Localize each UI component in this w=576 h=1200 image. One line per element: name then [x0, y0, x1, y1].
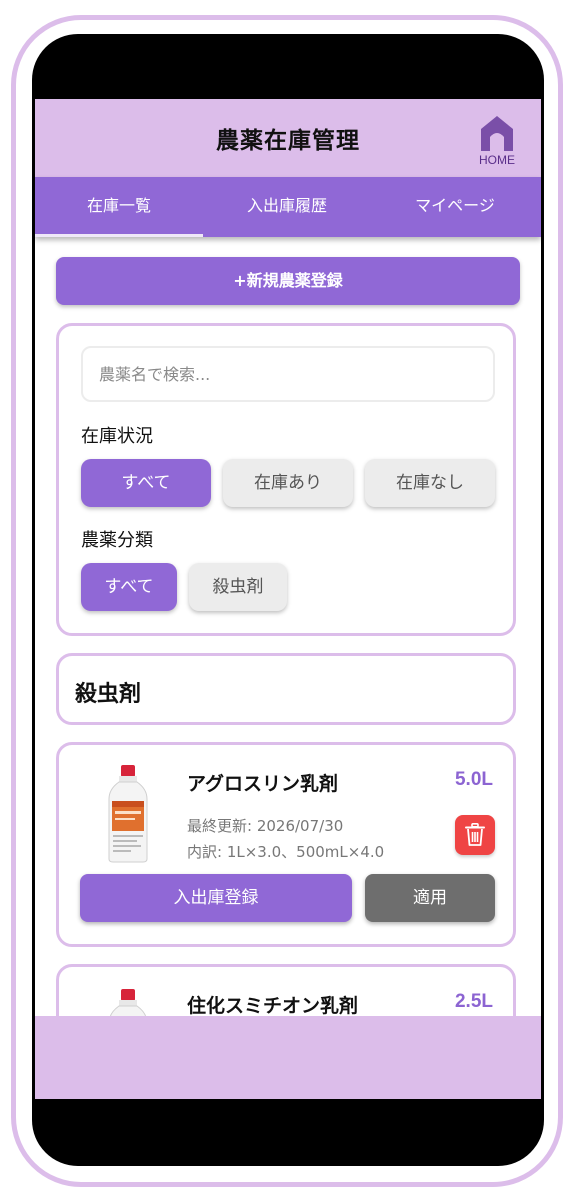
stock-io-button[interactable]: 入出庫登録	[80, 874, 352, 922]
product-updated: 最終更新: 2026/07/30	[187, 817, 344, 835]
bottom-bar	[35, 1016, 541, 1099]
home-label: HOME	[479, 153, 515, 167]
app-title: 農薬在庫管理	[216, 128, 360, 154]
delete-button[interactable]	[455, 815, 495, 855]
filter-panel: 在庫状況 すべて 在庫あり 在庫なし 農薬分類 すべて 殺虫剤	[56, 323, 516, 636]
stock-filter-in-stock[interactable]: 在庫あり	[223, 459, 353, 507]
category-title: 殺虫剤	[75, 682, 142, 707]
product-name: 住化スミチオン乳剤	[187, 995, 359, 1017]
home-icon	[481, 116, 513, 151]
category-filter-all[interactable]: すべて	[81, 563, 177, 611]
search-input[interactable]	[81, 346, 495, 402]
product-card: アグロスリン乳剤 5.0L 最終更新: 2026/07/30 内訳: 1L×3.…	[56, 742, 516, 947]
phone-bezel: 農薬在庫管理 HOME 在庫一覧 入出庫履歴 マイページ +新規農薬登録 在庫状…	[32, 34, 544, 1166]
stock-filter-label: 在庫状況	[81, 426, 153, 447]
app-screen: 農薬在庫管理 HOME 在庫一覧 入出庫履歴 マイページ +新規農薬登録 在庫状…	[35, 99, 541, 1099]
stock-filter-all[interactable]: すべて	[81, 459, 211, 507]
tab-mypage[interactable]: マイページ	[371, 177, 539, 237]
apply-button[interactable]: 適用	[365, 874, 495, 922]
tab-inventory[interactable]: 在庫一覧	[35, 177, 203, 237]
product-breakdown: 内訳: 1L×3.0、500mL×4.0	[187, 843, 385, 861]
category-header: 殺虫剤	[56, 653, 516, 725]
new-pesticide-button[interactable]: +新規農薬登録	[56, 257, 520, 305]
tab-bar: 在庫一覧 入出庫履歴 マイページ	[35, 177, 541, 237]
product-quantity: 2.5L	[454, 991, 493, 1012]
product-image	[108, 765, 148, 863]
category-filter-insecticide[interactable]: 殺虫剤	[189, 563, 287, 611]
trash-icon	[465, 823, 485, 846]
category-filter-label: 農薬分類	[81, 530, 153, 551]
app-header: 農薬在庫管理 HOME	[35, 99, 541, 177]
home-button[interactable]: HOME	[473, 113, 521, 169]
product-name: アグロスリン乳剤	[187, 773, 339, 795]
stock-filter-out-of-stock[interactable]: 在庫なし	[365, 459, 495, 507]
tab-history[interactable]: 入出庫履歴	[203, 177, 371, 237]
product-quantity: 5.0L	[454, 769, 493, 790]
